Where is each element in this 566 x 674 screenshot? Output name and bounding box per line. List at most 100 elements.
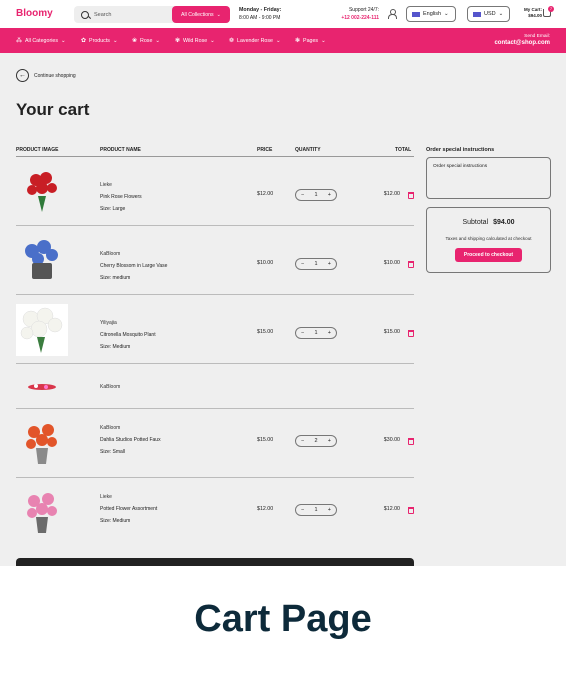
product-name[interactable]: Cherry Blossom in Large Vase	[100, 263, 167, 269]
nav-item-label: Pages	[303, 37, 319, 44]
cart-main: ← Continue shopping Your cart PRODUCT IM…	[0, 53, 566, 566]
sticky-bottom-bar	[16, 558, 414, 566]
currency-label: USD	[484, 11, 496, 17]
instructions-textarea[interactable]: Order special instructions	[426, 157, 551, 199]
rose-icon: ❀	[132, 38, 138, 44]
user-icon[interactable]	[388, 9, 397, 19]
chevron-down-icon: ⌄	[210, 37, 215, 44]
quantity-stepper[interactable]: − 1 +	[295, 189, 337, 201]
quantity-stepper[interactable]: − 1 +	[295, 327, 337, 339]
nav-item-pages[interactable]: ❃ Pages ⌄	[295, 37, 326, 45]
product-name[interactable]: Dahlia Studios Potted Faux	[100, 437, 161, 443]
product-brand: Lieke	[100, 494, 112, 500]
search-bar[interactable]: Search All Collections ⌄	[74, 6, 230, 23]
grid-icon: ⁂	[16, 38, 22, 44]
nav-item-label: Products	[89, 37, 110, 44]
col-header-name: PRODUCT NAME	[100, 147, 141, 153]
plus-icon[interactable]: +	[328, 261, 331, 267]
minus-icon[interactable]: −	[301, 192, 304, 198]
nav-item-label: All Categories	[25, 37, 58, 44]
send-email-address[interactable]: contact@shop.com	[494, 40, 550, 46]
nav-item-all-categories[interactable]: ⁂ All Categories ⌄	[16, 37, 65, 45]
quantity-value[interactable]: 1	[314, 261, 317, 267]
all-collections-dropdown[interactable]: All Collections ⌄	[172, 6, 230, 23]
trash-icon[interactable]	[408, 261, 414, 268]
size-value: medium	[112, 275, 131, 281]
line-total: $15.00	[383, 329, 400, 335]
my-cart-summary[interactable]: My Cart: $94.00	[520, 7, 542, 19]
support-phone[interactable]: +12 002-224-111	[341, 15, 379, 21]
page-caption: Cart Page	[194, 598, 372, 640]
flag-icon	[412, 11, 420, 17]
continue-shopping-link[interactable]: ← Continue shopping	[16, 69, 76, 82]
product-brand: Lieke	[100, 182, 112, 188]
search-icon[interactable]	[81, 10, 89, 19]
chevron-down-icon: ⌄	[112, 37, 118, 44]
line-total: $30.00	[383, 437, 400, 443]
col-header-quantity: QUANTITY	[295, 147, 321, 153]
product-image[interactable]	[16, 304, 68, 356]
chevron-down-icon: ⌄	[498, 11, 504, 17]
minus-icon[interactable]: −	[301, 507, 304, 513]
minus-icon[interactable]: −	[301, 330, 304, 336]
nav-item-wild-rose[interactable]: ✾ Wild Rose ⌄	[175, 37, 215, 45]
quantity-stepper[interactable]: − 2 +	[295, 435, 337, 447]
size-label: Size:	[100, 518, 112, 524]
nav-item-label: Wild Rose	[183, 37, 208, 44]
plus-icon[interactable]: +	[328, 192, 331, 198]
language-selector[interactable]: English ⌄	[406, 6, 456, 22]
col-header-price: PRICE	[257, 147, 273, 153]
nav-item-products[interactable]: ✿ Products ⌄	[81, 37, 118, 45]
cart-count-badge: 7	[548, 6, 554, 12]
product-image[interactable]	[16, 417, 68, 469]
quantity-stepper[interactable]: − 1 +	[295, 504, 337, 516]
flower-icon: ✿	[81, 38, 87, 44]
my-cart-amount: $94.00	[528, 13, 542, 18]
size-value: Medium	[112, 344, 131, 350]
subtotal-value: $94.00	[493, 219, 515, 226]
minus-icon[interactable]: −	[301, 261, 304, 267]
col-header-total: TOTAL	[395, 147, 412, 153]
nav-item-lavender-rose[interactable]: ❁ Lavender Rose ⌄	[229, 37, 280, 45]
order-summary: Subtotal $94.00 Taxes and shipping calcul…	[426, 207, 551, 273]
search-input[interactable]: Search	[94, 12, 111, 18]
product-image[interactable]	[16, 234, 68, 286]
product-image[interactable]	[16, 165, 68, 217]
cart-page-screenshot: Bloomy Search All Collections ⌄ Monday -…	[0, 0, 566, 674]
trash-icon[interactable]	[408, 330, 414, 337]
minus-icon[interactable]: −	[301, 438, 304, 444]
trash-icon[interactable]	[408, 507, 414, 514]
trash-icon[interactable]	[408, 192, 414, 199]
hours-time: 8:00 AM - 9:00 PM	[239, 15, 281, 21]
checkout-button[interactable]: Proceed to checkout	[455, 248, 522, 262]
product-image[interactable]	[16, 364, 68, 409]
product-name[interactable]: Citronella Mosquito Plant	[100, 332, 156, 338]
plus-icon[interactable]: +	[328, 330, 331, 336]
opening-hours: Monday - Friday: 8:00 AM - 9:00 PM	[239, 6, 281, 22]
product-image[interactable]	[16, 486, 68, 538]
product-name[interactable]: Pink Rose Flowers	[100, 194, 142, 200]
continue-shopping-label: Continue shopping	[34, 72, 76, 79]
quantity-stepper[interactable]: − 1 +	[295, 258, 337, 270]
plus-icon[interactable]: +	[328, 438, 331, 444]
plus-icon[interactable]: +	[328, 507, 331, 513]
send-email-info: Send Email: contact@shop.com	[494, 33, 550, 47]
quantity-value[interactable]: 1	[314, 507, 317, 513]
my-cart-label: My Cart:	[523, 7, 542, 12]
subtotal-line: Subtotal $94.00	[427, 219, 550, 226]
chevron-down-icon: ⌄	[321, 37, 326, 44]
product-name[interactable]: Potted Flower Assortment	[100, 506, 157, 512]
quantity-value[interactable]: 1	[314, 330, 317, 336]
logo[interactable]: Bloomy	[16, 8, 53, 19]
trash-icon[interactable]	[408, 438, 414, 445]
nav-item-rose[interactable]: ❀ Rose ⌄	[132, 37, 160, 45]
currency-selector[interactable]: USD ⌄	[467, 6, 510, 22]
quantity-value[interactable]: 1	[314, 192, 317, 198]
size-label: Size:	[100, 275, 112, 281]
product-size: Size: Medium	[100, 518, 130, 524]
all-collections-label: All Collections	[181, 11, 214, 18]
quantity-value[interactable]: 2	[314, 438, 317, 444]
size-label: Size:	[100, 344, 112, 350]
tax-note: Taxes and shipping calculated at checkou…	[445, 236, 532, 241]
product-brand: KaBloom	[100, 251, 121, 257]
